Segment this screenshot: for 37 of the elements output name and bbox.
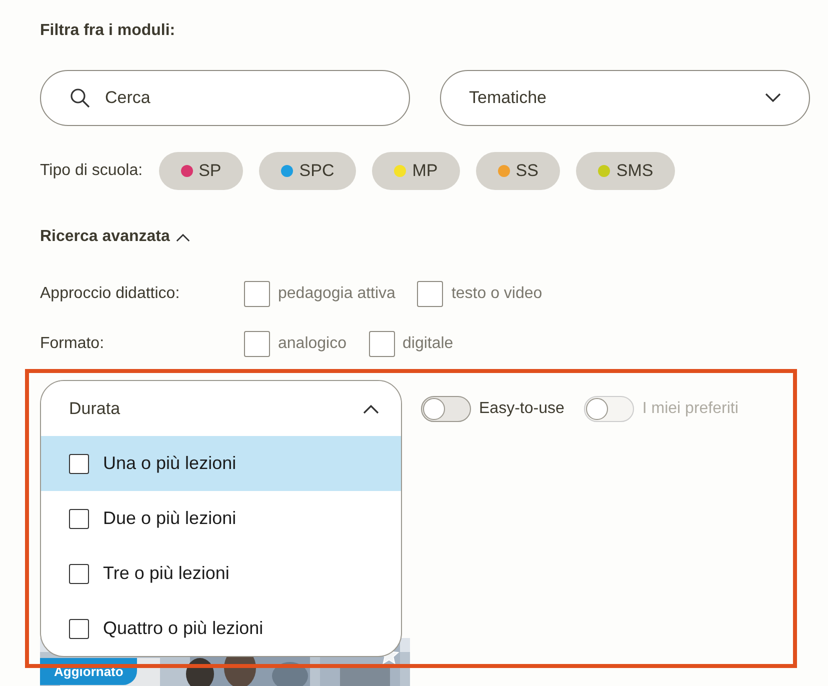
filter-label: Approccio didattico: [40, 285, 181, 303]
filter-heading: Filtra fra i moduli: [40, 22, 176, 41]
checkbox-label: digitale [402, 335, 454, 353]
chevron-icon [176, 232, 190, 242]
search-field[interactable]: Cerca [40, 70, 410, 126]
school-type-chip[interactable]: MP [372, 152, 460, 190]
option-label: Quattro o più lezioni [103, 618, 264, 639]
checkbox-label: analogico [278, 335, 346, 353]
school-type-label: Tipo di scuola: [40, 162, 143, 180]
school-type-chip[interactable]: SPC [259, 152, 356, 190]
option-label: Due o più lezioni [103, 508, 236, 529]
checkbox[interactable] [69, 508, 89, 528]
option-label: Tre o più lezioni [103, 563, 230, 584]
filter-label: Formato: [40, 335, 106, 353]
toggle-switch[interactable]: Easy-to-use [421, 396, 564, 422]
school-type-chip[interactable]: SS [476, 152, 560, 190]
checkbox-label: testo o video [451, 285, 542, 303]
option-label: Una o più lezioni [103, 453, 236, 474]
chevron-icon [765, 93, 781, 103]
checkbox[interactable] [368, 331, 394, 357]
checkbox[interactable] [69, 564, 89, 584]
checkbox[interactable] [69, 618, 89, 638]
school-type-chip[interactable]: SMS [576, 152, 676, 190]
checkbox[interactable] [417, 281, 444, 307]
topics-dropdown[interactable]: Tematiche [440, 70, 810, 126]
checkbox[interactable] [69, 454, 89, 474]
dropdown-option[interactable]: Due o più lezioni [41, 491, 401, 546]
chevron-icon [363, 404, 379, 414]
search-icon [70, 88, 90, 108]
dropdown-option[interactable]: Una o più lezioni [41, 436, 401, 491]
checkbox[interactable] [244, 331, 270, 357]
checkbox[interactable] [244, 281, 270, 307]
dropdown-option[interactable]: Quattro o più lezioni [41, 601, 401, 656]
dropdown-option[interactable]: Tre o più lezioni [41, 546, 401, 601]
advanced-search-toggle[interactable]: Ricerca avanzata [40, 228, 190, 246]
school-type-chip[interactable]: SP [158, 152, 244, 190]
checkbox-label: pedagogia attiva [278, 285, 396, 303]
